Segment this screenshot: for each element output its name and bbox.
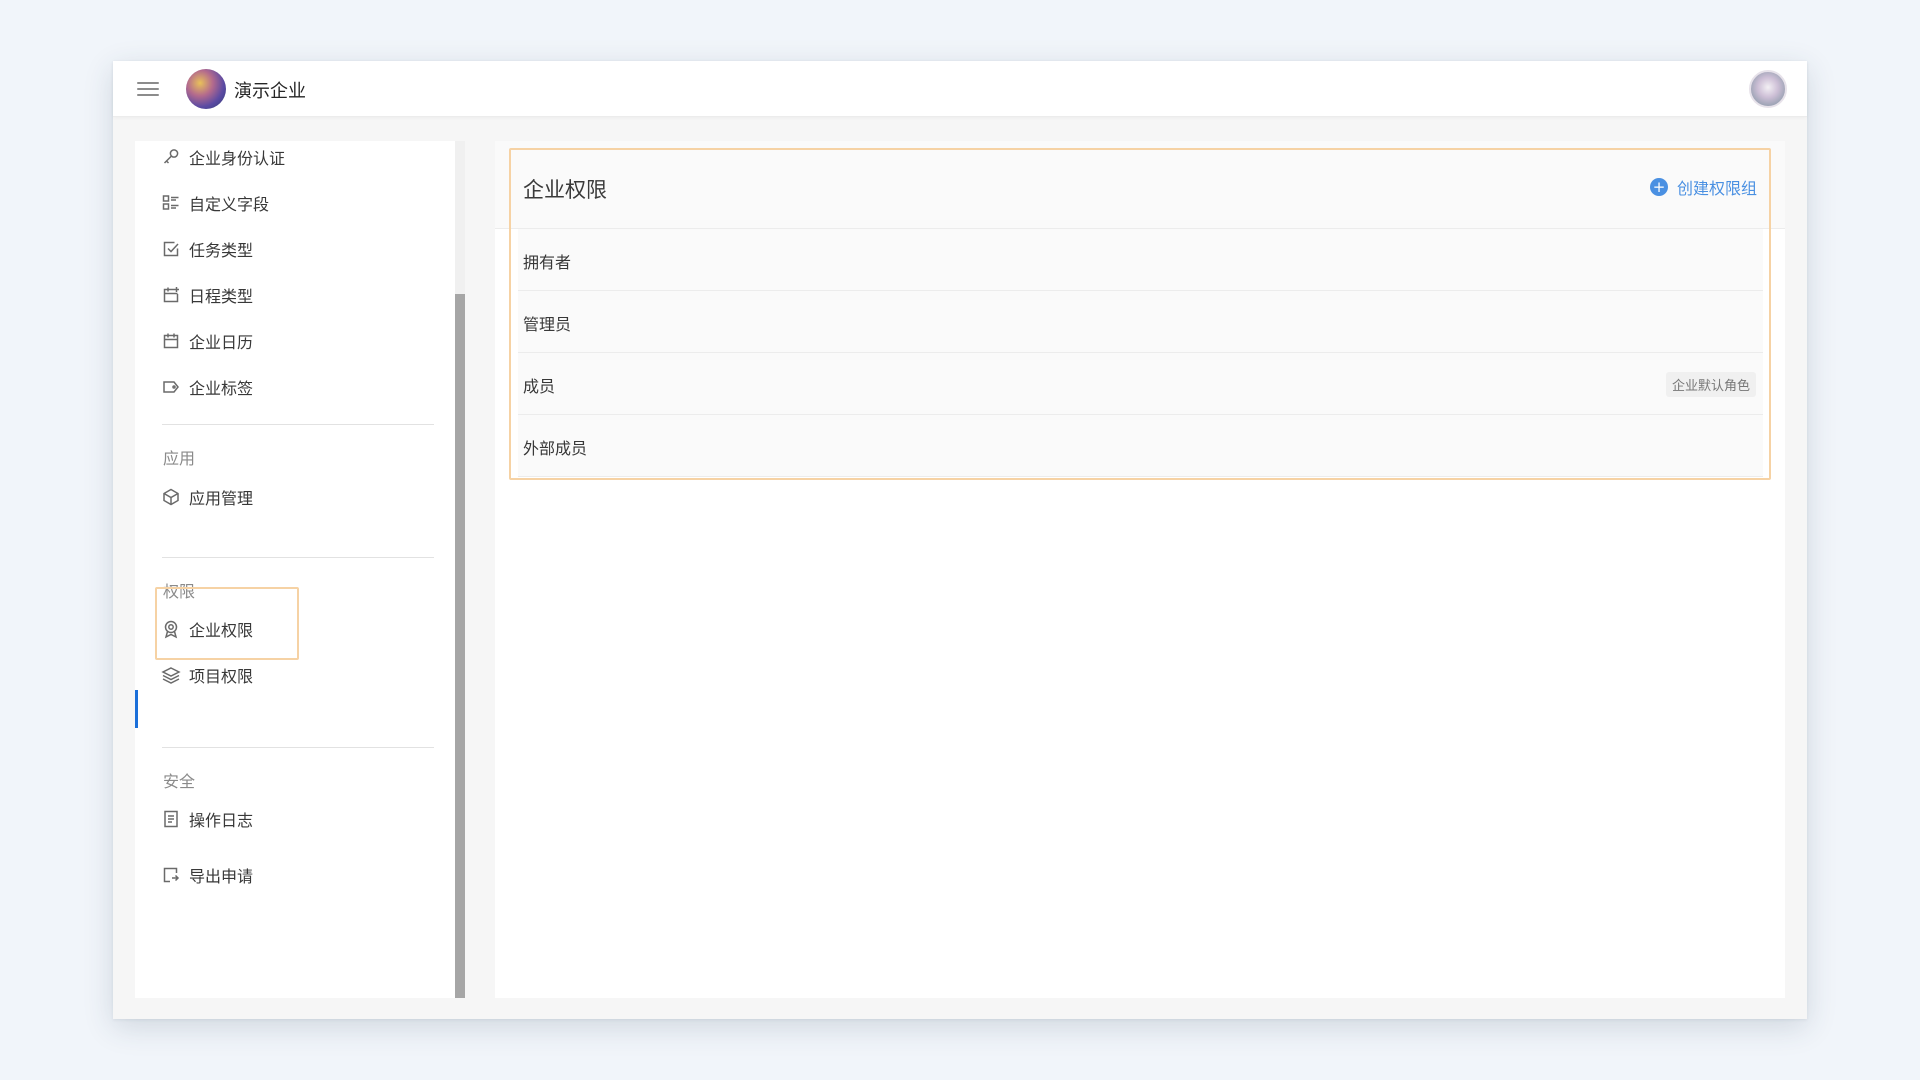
sidebar-item-label: 企业日历 [189,333,254,352]
role-row-member[interactable]: 成员 企业默认角色 [518,353,1763,415]
sidebar-item-operation-log[interactable]: 操作日志 [135,797,425,841]
cube-icon [161,487,181,507]
calendar-plus-icon [161,285,181,305]
role-row-admin[interactable]: 管理员 [518,291,1763,353]
sidebar-item-tags[interactable]: 企业标签 [135,365,425,409]
key-icon [161,147,181,167]
sidebar-item-calendar[interactable]: 企业日历 [135,319,425,363]
role-row-external-member[interactable]: 外部成员 [518,415,1763,477]
award-icon [161,619,181,639]
custom-fields-icon [161,193,181,213]
divider [162,557,434,558]
role-row-owner[interactable]: 拥有者 [518,229,1763,291]
org-name[interactable]: 演示企业 [234,77,306,103]
user-avatar[interactable] [1749,70,1787,108]
role-name: 拥有者 [523,253,572,272]
sidebar-item-label: 企业权限 [189,621,254,640]
sidebar-item-label: 企业身份认证 [189,149,286,168]
task-check-icon [161,239,181,259]
org-logo[interactable] [186,69,226,109]
divider [162,424,434,425]
sidebar-item-export-requests[interactable]: 导出申请 [135,853,425,897]
group-label-permissions: 权限 [163,582,196,601]
sidebar-item-label: 应用管理 [189,489,254,508]
sidebar: 企业身份认证 自定义字段 任务类型 日程类型 企业日历 企业标签 应用 应用管理… [135,141,465,998]
default-role-badge: 企业默认角色 [1665,372,1756,397]
sidebar-item-schedule-types[interactable]: 日程类型 [135,273,425,317]
main-header: 企业权限 + 创建权限组 [495,141,1785,229]
sidebar-item-label: 任务类型 [189,241,254,260]
tag-icon [161,377,181,397]
sidebar-item-project-permissions[interactable]: 项目权限 [135,653,425,697]
hamburger-icon[interactable] [137,78,159,100]
sidebar-item-task-types[interactable]: 任务类型 [135,227,425,271]
sidebar-scrollbar[interactable] [455,141,465,998]
group-label-security: 安全 [163,772,196,791]
sidebar-item-label: 自定义字段 [189,195,270,214]
sidebar-item-app-management[interactable]: 应用管理 [135,475,425,519]
create-permission-group-button[interactable]: + 创建权限组 [1649,175,1757,199]
sidebar-item-label: 项目权限 [189,667,254,686]
role-name: 管理员 [523,315,572,334]
role-name: 成员 [523,377,556,396]
sidebar-item-custom-fields[interactable]: 自定义字段 [135,181,425,225]
sidebar-item-label: 日程类型 [189,287,254,306]
create-button-label: 创建权限组 [1676,179,1757,198]
export-icon [161,865,181,885]
sidebar-item-org-permissions[interactable]: 企业权限 [135,607,425,651]
divider [162,747,434,748]
role-name: 外部成员 [523,439,588,458]
sidebar-item-label: 操作日志 [189,811,254,830]
sidebar-item-label: 企业标签 [189,379,254,398]
main-panel: 企业权限 + 创建权限组 拥有者 管理员 成员 企业默认角色 外部成员 [495,141,1785,998]
scrollbar-thumb[interactable] [455,294,465,998]
group-label-apps: 应用 [163,449,196,468]
sidebar-item-identity[interactable]: 企业身份认证 [135,141,425,179]
plus-circle-icon: + [1649,178,1668,196]
document-icon [161,809,181,829]
top-bar: 演示企业 [113,61,1807,117]
layers-icon [161,665,181,685]
sidebar-item-label: 导出申请 [189,867,254,886]
calendar-icon [161,331,181,351]
app-window: 演示企业 企业身份认证 自定义字段 任务类型 日程类型 企业日历 企业标签 应用… [113,61,1807,1019]
page-title: 企业权限 [523,178,607,202]
